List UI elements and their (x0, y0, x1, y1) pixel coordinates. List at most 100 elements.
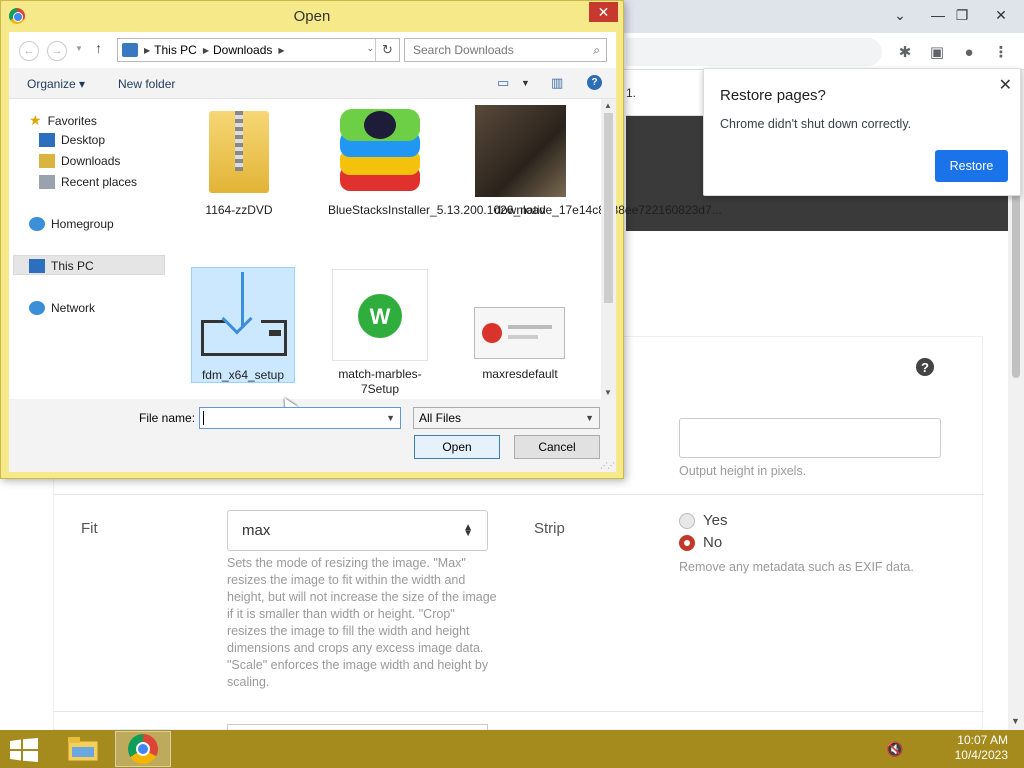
bluestacks-icon (332, 105, 428, 197)
recent-places-icon (39, 175, 55, 189)
taskbar-file-explorer[interactable] (55, 731, 111, 767)
profile-icon[interactable]: ● (956, 39, 982, 65)
nav-downloads[interactable]: Downloads (39, 154, 120, 168)
breadcrumb-downloads[interactable]: Downloads (213, 43, 272, 57)
nav-favorites[interactable]: ★ Favorites (29, 112, 97, 129)
breadcrumb-this-pc[interactable]: This PC (154, 43, 197, 57)
breadcrumb-separator-icon: ▶ (144, 45, 151, 55)
scroll-down-arrow-icon[interactable]: ▼ (1011, 716, 1020, 726)
file-name-input[interactable]: ▼ (199, 407, 401, 429)
restore-title: Restore pages? (720, 87, 826, 104)
preview-pane-icon[interactable]: ▥ (551, 75, 563, 91)
star-icon: ★ (29, 112, 42, 128)
nav-recent-places[interactable]: Recent places (39, 175, 137, 189)
nav-network-label: Network (51, 301, 96, 315)
file-item[interactable]: W match-marbles-7Setup (328, 269, 432, 397)
help-icon[interactable]: ? (587, 75, 602, 90)
select-arrows-icon: ▲ ▼ (463, 521, 473, 539)
breadcrumb-separator-icon: ▶ (278, 45, 285, 55)
start-button[interactable] (10, 738, 38, 762)
system-clock[interactable]: 10:07 AM 10/4/2023 (955, 733, 1008, 763)
close-icon[interactable]: ✕ (999, 75, 1012, 95)
chrome-icon (128, 734, 158, 764)
address-bar[interactable] (626, 38, 882, 66)
strip-no-label: No (703, 534, 723, 551)
fit-select[interactable]: max ▲ ▼ (227, 510, 488, 551)
help-icon[interactable]: ? (916, 358, 934, 376)
file-item[interactable]: 1164-zzDVD (187, 105, 291, 218)
strip-no-radio[interactable] (679, 534, 695, 551)
address-breadcrumb[interactable]: ▶ This PC ▶ Downloads ▶ ⌄ ↻ (117, 38, 400, 62)
file-type-select[interactable]: All Files ▼ (413, 407, 600, 429)
file-name-dropdown-icon[interactable]: ▼ (386, 413, 395, 423)
cancel-button[interactable]: Cancel (514, 435, 600, 459)
up-arrow-icon[interactable]: ↑ (95, 40, 102, 56)
open-button[interactable]: Open (414, 435, 500, 459)
fit-select-value: max (242, 522, 271, 539)
nav-homegroup[interactable]: Homegroup (29, 217, 114, 231)
refresh-icon[interactable]: ↻ (375, 39, 399, 61)
scroll-up-arrow-icon[interactable]: ▲ (604, 101, 612, 110)
taskbar-chrome[interactable] (115, 731, 171, 767)
search-downloads-input[interactable]: Search Downloads ⌕ (404, 38, 607, 62)
back-arrow-icon[interactable]: ← (19, 41, 39, 61)
file-list-scrollbar[interactable]: ▲ ▼ (601, 99, 616, 399)
new-folder-button[interactable]: New folder (118, 77, 175, 91)
dialog-body: ← → ▼ ↑ ▶ This PC ▶ Downloads ▶ ⌄ ↻ Sear… (9, 32, 722, 472)
dialog-close-button[interactable]: ✕ (589, 2, 618, 22)
strip-help-text: Remove any metadata such as EXIF data. (679, 560, 914, 574)
menu-kebab-icon[interactable]: ⋮ (988, 39, 1014, 65)
extensions-icon[interactable]: ✱ (892, 39, 918, 65)
strip-label: Strip (534, 520, 565, 537)
nav-desktop[interactable]: Desktop (39, 133, 105, 147)
desktop-icon (39, 133, 55, 147)
clock-time: 10:07 AM (957, 733, 1008, 747)
nav-this-pc[interactable]: This PC (29, 259, 94, 273)
resize-grip-icon[interactable]: ⋰⋰ (600, 461, 615, 470)
breadcrumb-separator-icon: ▶ (202, 45, 209, 55)
navigation-pane: ★ Favorites Desktop Downloads Recent pla… (9, 99, 175, 399)
file-type-dropdown-icon[interactable]: ▼ (585, 413, 594, 423)
height-input[interactable] (679, 418, 941, 458)
restore-button[interactable]: Restore (935, 150, 1008, 182)
file-list: 1164-zzDVD BlueStacksInstaller_5.13.200.… (175, 99, 722, 414)
organize-button[interactable]: Organize ▾ (27, 77, 85, 91)
volume-muted-icon[interactable]: 🔇 (886, 741, 903, 758)
recent-locations-chevron-icon[interactable]: ▼ (75, 44, 83, 53)
file-explorer-icon (67, 737, 99, 762)
clock-date: 10/4/2023 (954, 748, 1008, 762)
restore-pages-popup: Restore pages? Chrome didn't shut down c… (703, 68, 1021, 196)
nav-network[interactable]: Network (29, 301, 95, 315)
file-item-selected[interactable]: fdm_x64_setup (191, 267, 295, 383)
strip-no-option[interactable]: No (679, 534, 722, 551)
search-icon[interactable]: ⌕ (593, 43, 600, 58)
nav-this-pc-label: This PC (51, 259, 94, 273)
downloads-folder-icon (39, 154, 55, 168)
strip-yes-option[interactable]: Yes (679, 512, 727, 529)
taskbar: 🔇 10:07 AM 10/4/2023 (0, 730, 1024, 768)
scroll-down-arrow-icon[interactable]: ▼ (604, 388, 612, 397)
change-view-icon[interactable]: ▭ (497, 75, 509, 91)
zip-folder-icon (191, 105, 287, 197)
download-installer-icon (195, 270, 291, 362)
restore-window-button[interactable]: ❐ (944, 0, 980, 30)
file-name: maxresdefault (482, 367, 558, 381)
fit-help-text: Sets the mode of resizing the image. "Ma… (227, 556, 497, 689)
nav-recent-label: Recent places (61, 175, 138, 189)
minimize-icon[interactable]: ⌄ (882, 0, 918, 30)
file-item[interactable]: BlueStacksInstaller_5.13.200.1026_native… (328, 105, 722, 218)
file-item[interactable]: download (468, 105, 572, 218)
photo-thumbnail (474, 105, 566, 197)
strip-yes-radio[interactable] (679, 512, 695, 529)
forward-arrow-icon[interactable]: → (47, 41, 67, 61)
file-item[interactable]: maxresdefault (468, 269, 572, 382)
file-type-value: All Files (419, 411, 462, 425)
side-panel-icon[interactable]: ▣ (924, 39, 950, 65)
computer-icon (29, 259, 45, 273)
file-name-label: File name: (139, 411, 196, 425)
view-options-dropdown-icon[interactable]: ▼ (521, 78, 530, 88)
file-list-scrollbar-thumb[interactable] (604, 113, 613, 303)
file-name: match-marbles-7Setup (338, 367, 422, 396)
address-dropdown-icon[interactable]: ⌄ (366, 43, 374, 54)
close-window-button[interactable]: ✕ (983, 0, 1019, 30)
